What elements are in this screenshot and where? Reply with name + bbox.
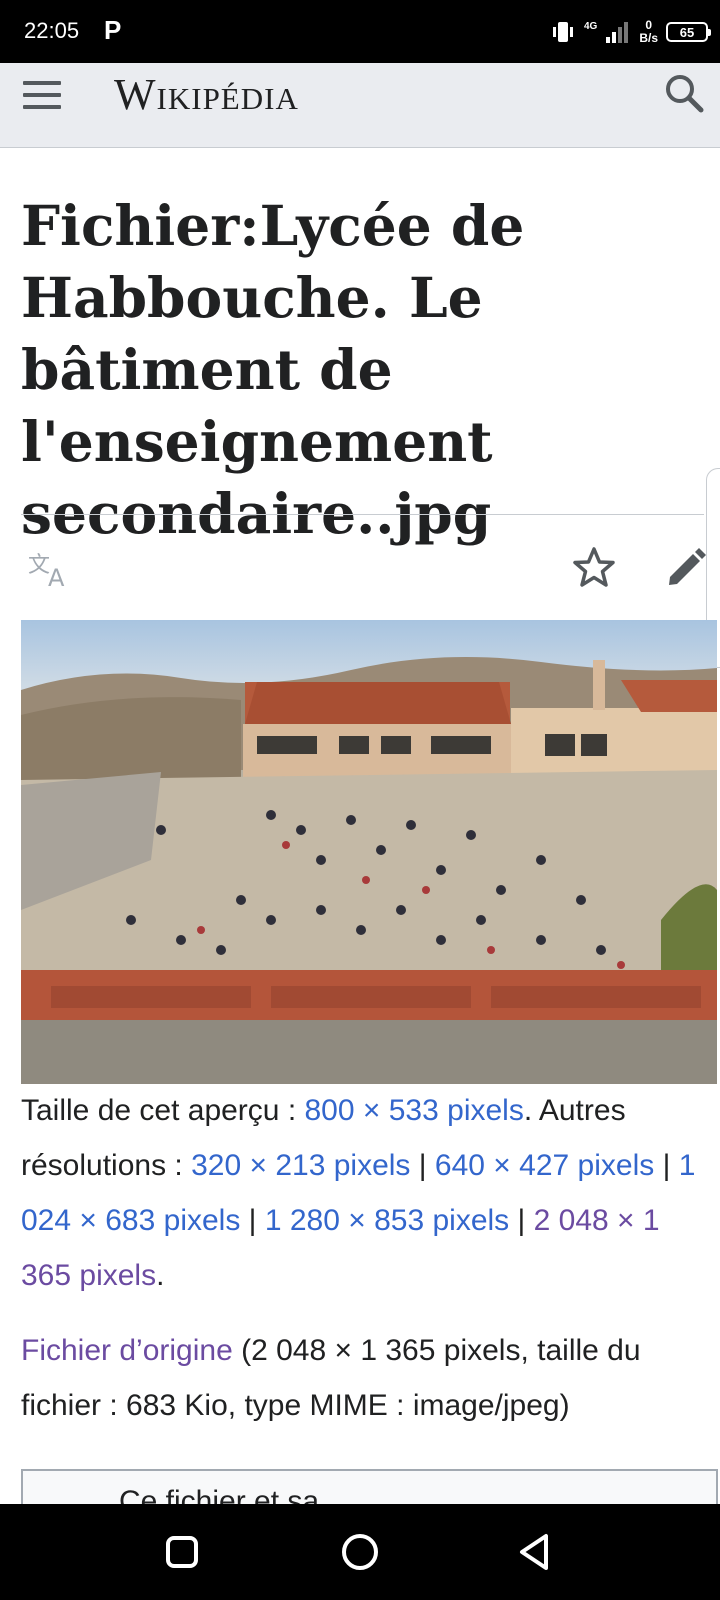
courtyard-photo (21, 620, 717, 1084)
battery-level: 65 (679, 24, 695, 40)
vibrate-icon (552, 22, 573, 42)
original-file-link[interactable]: Fichier d’origine (21, 1334, 233, 1367)
preview-size-prefix: Taille de cet aperçu : (21, 1094, 305, 1127)
app-indicator: P (104, 15, 122, 45)
preview-sizes: Taille de cet aperçu : 800 × 533 pixels.… (21, 1083, 711, 1303)
sentence-end: . (156, 1259, 165, 1292)
title-divider (21, 514, 704, 515)
recents-icon[interactable] (160, 1530, 204, 1574)
resolution-link-640[interactable]: 640 × 427 pixels (435, 1149, 654, 1182)
signal-icon (606, 22, 629, 43)
back-icon[interactable] (514, 1530, 558, 1574)
separator: | (410, 1149, 435, 1182)
status-time: 22:05 (24, 18, 80, 43)
wikipedia-wordmark[interactable]: Wikipédia (114, 69, 299, 120)
original-file-info: Fichier d’origine (2 048 × 1 365 pixels,… (21, 1323, 711, 1433)
search-icon[interactable] (662, 71, 706, 115)
net-speed-unit: B/s (639, 31, 658, 45)
home-icon[interactable] (338, 1530, 382, 1574)
language-icon[interactable]: 文 A (26, 548, 74, 590)
edit-icon[interactable] (664, 546, 708, 590)
separator: | (509, 1204, 534, 1237)
status-bar: 22:05 P 4G 0 B/s 65 (0, 0, 720, 63)
preview-size-link[interactable]: 800 × 533 pixels (305, 1094, 524, 1127)
network-generation: 4G (583, 20, 598, 32)
resolution-link-1280[interactable]: 1 280 × 853 pixels (265, 1204, 509, 1237)
system-nav-bar (0, 1504, 720, 1600)
page-title: Fichier:Lycée de Habbouche. Le bâtiment … (21, 193, 525, 546)
net-speed: 0 B/s (639, 19, 658, 45)
file-image[interactable] (21, 620, 717, 1084)
star-icon[interactable] (572, 546, 616, 590)
svg-text:A: A (48, 564, 65, 590)
separator: | (654, 1149, 679, 1182)
menu-icon[interactable] (22, 77, 62, 113)
battery-icon: 65 (666, 22, 711, 42)
separator: | (240, 1204, 265, 1237)
wiki-header: Wikipédia (0, 63, 720, 148)
svg-text:文: 文 (28, 553, 50, 578)
resolution-link-320[interactable]: 320 × 213 pixels (191, 1149, 410, 1182)
status-icons: 4G 0 B/s 65 (550, 14, 711, 50)
